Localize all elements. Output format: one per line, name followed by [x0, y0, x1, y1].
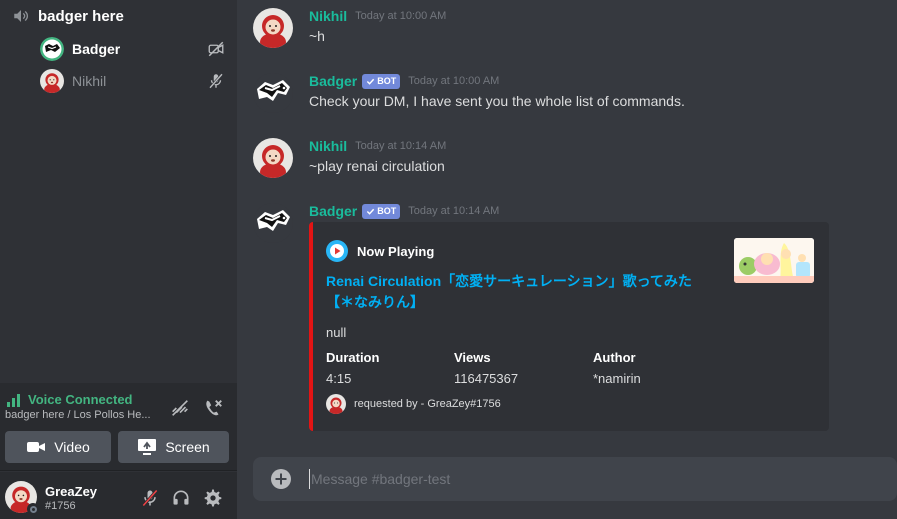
disconnect-icon[interactable]	[202, 397, 224, 419]
bot-badge: BOT	[362, 203, 401, 219]
embed-field-duration: Duration 4:15	[326, 350, 379, 386]
mute-mic-icon[interactable]	[140, 488, 160, 508]
speaker-icon	[14, 10, 29, 22]
voice-user-badger[interactable]: Badger	[40, 36, 225, 62]
embed-footer-text: requested by - GreaZey#1756	[354, 398, 501, 410]
message-timestamp: Today at 10:14 AM	[408, 205, 500, 217]
message-author[interactable]: Nikhil	[309, 8, 347, 24]
bot-badge-label: BOT	[377, 76, 397, 86]
message-input[interactable]	[310, 457, 880, 501]
voice-user-nikhil[interactable]: Nikhil	[40, 68, 225, 94]
voice-connected-label: Voice Connected	[28, 392, 133, 407]
message-author[interactable]: Badger	[309, 73, 357, 89]
voice-connection-panel: Voice Connected badger here / Los Pollos…	[0, 383, 237, 471]
voice-channel-badger-here[interactable]: badger here	[12, 6, 124, 26]
badger-avatar[interactable]	[253, 203, 293, 243]
requester-avatar	[326, 394, 346, 414]
video-off-icon	[208, 41, 224, 57]
nikhil-avatar[interactable]	[253, 138, 293, 178]
message-content: ~h	[309, 28, 325, 44]
message-author[interactable]: Nikhil	[309, 138, 347, 154]
headphones-icon[interactable]	[171, 488, 191, 508]
verified-check-icon	[367, 208, 375, 215]
bot-badge-label: BOT	[377, 206, 397, 216]
badger-avatar[interactable]	[253, 73, 293, 113]
signal-icon	[7, 393, 20, 407]
now-playing-embed: Now Playing Renai Circulation「恋愛サーキュレーショ…	[309, 222, 829, 431]
field-value: 116475367	[454, 371, 519, 386]
screen-button-label: Screen	[165, 439, 210, 455]
offline-status-indicator	[27, 503, 39, 515]
message-content: Check your DM, I have sent you the whole…	[309, 93, 685, 109]
channel-sidebar: badger here Badger Nikhil Voice Connecte…	[0, 0, 237, 519]
message-author[interactable]: Badger	[309, 203, 357, 219]
message-timestamp: Today at 10:00 AM	[355, 10, 447, 22]
add-attachment-icon[interactable]	[270, 468, 292, 490]
embed-footer: requested by - GreaZey#1756	[326, 394, 501, 414]
video-button-label: Video	[54, 439, 90, 455]
voice-user-name: Nikhil	[72, 73, 107, 89]
field-name: Author	[593, 350, 636, 365]
screen-share-button[interactable]: Screen	[118, 431, 229, 463]
embed-author: Now Playing	[326, 240, 434, 262]
field-name: Duration	[326, 350, 380, 365]
gear-icon[interactable]	[203, 488, 223, 508]
voice-user-name: Badger	[72, 41, 121, 57]
voice-channel-name: badger here	[38, 7, 124, 25]
camera-icon	[27, 442, 46, 452]
embed-title-link[interactable]: Renai Circulation「恋愛サーキュレーション」歌ってみた【＊なみり…	[326, 271, 716, 313]
verified-check-icon	[367, 78, 375, 85]
field-value: *namirin	[593, 371, 641, 386]
message-composer	[253, 457, 897, 501]
nikhil-avatar[interactable]	[253, 8, 293, 48]
field-value: 4:15	[326, 371, 352, 386]
bot-badge: BOT	[362, 73, 401, 89]
play-circle-icon	[326, 240, 348, 262]
badger-avatar	[40, 37, 64, 61]
nikhil-avatar	[40, 69, 64, 93]
field-name: Views	[454, 350, 491, 365]
message-timestamp: Today at 10:14 AM	[355, 140, 447, 152]
noise-suppression-off-icon[interactable]	[169, 397, 191, 419]
voice-location[interactable]: badger here / Los Pollos He...	[5, 409, 151, 421]
user-panel: GreaZey #1756	[0, 472, 237, 519]
user-name[interactable]: GreaZey	[45, 484, 97, 499]
video-button[interactable]: Video	[5, 431, 111, 463]
user-tag: #1756	[45, 500, 76, 512]
embed-field-views: Views 116475367	[454, 350, 518, 386]
message-timestamp: Today at 10:00 AM	[408, 75, 500, 87]
screen-share-icon	[138, 439, 157, 455]
embed-description: null	[326, 325, 347, 340]
embed-author-label: Now Playing	[357, 243, 435, 259]
chat-area: Nikhil Today at 10:00 AM ~h Badger BOT T…	[237, 0, 897, 519]
embed-field-author: Author *namirin	[593, 350, 641, 386]
mic-off-icon	[209, 73, 223, 89]
voice-status[interactable]: Voice Connected	[6, 392, 133, 407]
embed-thumbnail[interactable]	[734, 238, 814, 283]
message-content: ~play renai circulation	[309, 158, 445, 174]
